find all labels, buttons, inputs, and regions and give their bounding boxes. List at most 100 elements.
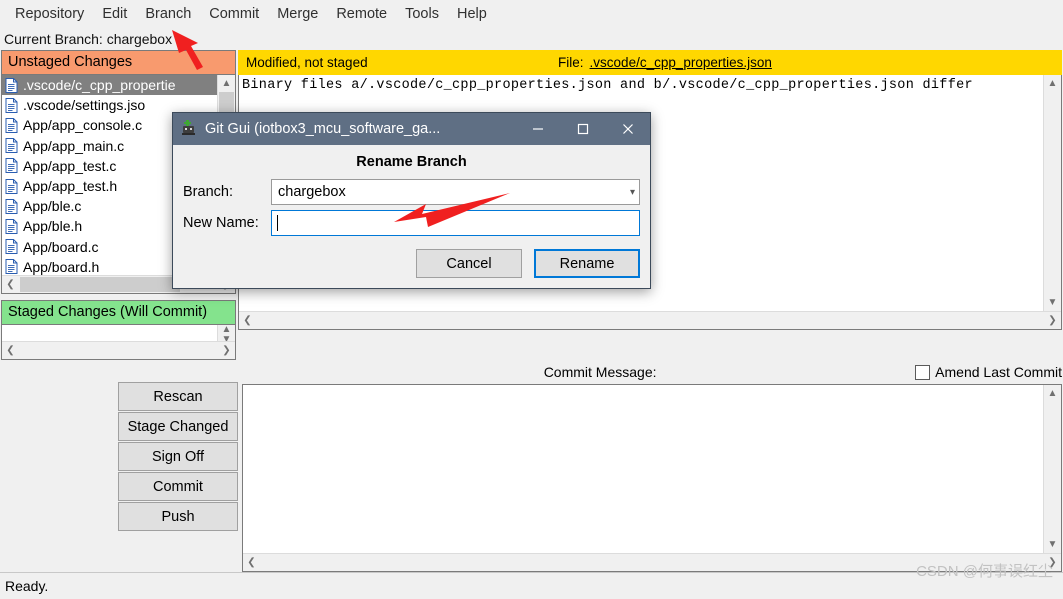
current-branch-label: Current Branch: chargebox	[4, 31, 173, 47]
commit-message-section: Commit Message: Amend Last Commit ▲ ▼ ❮ …	[238, 360, 1063, 572]
menu-bar: Repository Edit Branch Commit Merge Remo…	[0, 0, 1063, 28]
file-icon	[5, 259, 18, 275]
git-gui-icon	[180, 119, 197, 140]
file-name: App/app_console.c	[23, 117, 143, 134]
diff-header: Modified, not staged File: .vscode/c_cpp…	[238, 50, 1062, 75]
commit-vertical-scrollbar[interactable]: ▲ ▼	[1043, 385, 1061, 553]
file-name: App/board.c	[23, 238, 99, 255]
scrollbar-thumb[interactable]	[20, 277, 180, 292]
file-name: App/ble.h	[23, 218, 83, 235]
scroll-up-icon[interactable]: ▲	[1044, 75, 1061, 92]
commit-button[interactable]: Commit	[118, 472, 238, 501]
staged-vertical-scrollbar[interactable]: ▲ ▼	[217, 325, 235, 341]
rename-button[interactable]: Rename	[534, 249, 640, 278]
scroll-right-icon[interactable]: ❯	[1044, 312, 1061, 329]
file-name: App/ble.c	[23, 198, 82, 215]
file-icon	[5, 158, 18, 174]
diff-file-link[interactable]: .vscode/c_cpp_properties.json	[590, 55, 772, 70]
commit-message-header: Commit Message: Amend Last Commit	[242, 360, 1062, 384]
branch-select[interactable]: chargebox ▾	[271, 179, 640, 205]
dialog-title-text: Git Gui (iotbox3_mcu_software_ga...	[205, 121, 441, 137]
diff-file-prefix: File:	[558, 55, 584, 70]
action-buttons: Rescan Stage Changed Sign Off Commit Pus…	[118, 360, 238, 572]
new-name-field-row: New Name:	[183, 210, 640, 236]
scroll-right-icon[interactable]: ❯	[218, 342, 235, 359]
commit-message-row: ▲ ▼	[243, 385, 1061, 553]
scroll-down-icon[interactable]: ▼	[1044, 294, 1061, 311]
branch-select-value: chargebox	[278, 184, 346, 200]
dialog-buttons: Cancel Rename	[183, 249, 640, 280]
staged-file-list[interactable]	[2, 325, 217, 341]
menu-item-help[interactable]: Help	[448, 3, 496, 25]
window-controls	[515, 113, 650, 145]
branch-field-label: Branch:	[183, 184, 233, 200]
dialog-title-bar[interactable]: Git Gui (iotbox3_mcu_software_ga...	[173, 113, 650, 145]
scroll-left-icon[interactable]: ❮	[243, 554, 260, 571]
amend-checkbox[interactable]	[915, 364, 931, 380]
dialog-body: Rename Branch Branch: chargebox ▾ New Na…	[173, 145, 650, 288]
git-gui-window: Repository Edit Branch Commit Merge Remo…	[0, 0, 1063, 599]
push-button[interactable]: Push	[118, 502, 238, 531]
new-name-input[interactable]	[271, 210, 640, 236]
menu-item-tools[interactable]: Tools	[396, 3, 448, 25]
file-name: App/app_test.h	[23, 178, 118, 195]
text-cursor	[277, 215, 278, 231]
branch-field-row: Branch: chargebox ▾	[183, 179, 640, 205]
scroll-left-icon[interactable]: ❮	[2, 276, 19, 293]
status-bar: Ready.	[0, 572, 1063, 599]
stage-changed-button[interactable]: Stage Changed	[118, 412, 238, 441]
amend-label: Amend Last Commit	[935, 364, 1062, 380]
unstaged-changes-title: Unstaged Changes	[2, 51, 235, 75]
dialog-heading: Rename Branch	[356, 154, 467, 170]
menu-item-remote[interactable]: Remote	[327, 3, 396, 25]
commit-message-input[interactable]	[243, 385, 1043, 553]
staged-list-inner: ▲ ▼	[2, 325, 235, 341]
new-name-field-label: New Name:	[183, 215, 259, 231]
file-icon	[5, 178, 18, 194]
scroll-up-icon[interactable]: ▲	[1044, 385, 1061, 402]
diff-horizontal-scrollbar[interactable]: ❮ ❯	[239, 311, 1061, 329]
minimize-icon[interactable]	[515, 113, 560, 145]
file-list-item[interactable]: .vscode/c_cpp_propertie	[2, 75, 217, 96]
menu-item-edit[interactable]: Edit	[93, 3, 136, 25]
chevron-down-icon: ▾	[629, 186, 635, 198]
commit-horizontal-scrollbar[interactable]: ❮ ❯	[243, 553, 1061, 571]
diff-vertical-scrollbar[interactable]: ▲ ▼	[1043, 75, 1061, 311]
file-icon	[5, 239, 18, 255]
file-icon	[5, 218, 18, 234]
menu-item-branch[interactable]: Branch	[136, 3, 200, 25]
file-name: .vscode/c_cpp_propertie	[23, 77, 176, 94]
diff-file-label: File: .vscode/c_cpp_properties.json	[558, 55, 772, 70]
file-name: .vscode/settings.jso	[23, 97, 146, 114]
menu-item-merge[interactable]: Merge	[268, 3, 327, 25]
commit-message-label: Commit Message:	[543, 364, 657, 380]
staged-changes-title: Staged Changes (Will Commit)	[2, 301, 235, 325]
menu-item-commit[interactable]: Commit	[200, 3, 268, 25]
close-icon[interactable]	[605, 113, 650, 145]
sign-off-button[interactable]: Sign Off	[118, 442, 238, 471]
scroll-right-icon[interactable]: ❯	[1044, 554, 1061, 571]
status-text: Ready.	[5, 578, 49, 594]
current-branch-bar: Current Branch: chargebox	[0, 28, 1063, 50]
menu-item-repository[interactable]: Repository	[6, 3, 93, 25]
file-name: App/app_test.c	[23, 157, 117, 174]
diff-status-label: Modified, not staged	[246, 55, 368, 70]
file-name: App/board.h	[23, 258, 100, 275]
rename-branch-dialog: Git Gui (iotbox3_mcu_software_ga... Rena…	[172, 112, 651, 289]
scroll-left-icon[interactable]: ❮	[239, 312, 256, 329]
maximize-icon[interactable]	[560, 113, 605, 145]
file-icon	[5, 77, 18, 93]
cancel-button[interactable]: Cancel	[416, 249, 522, 278]
file-icon	[5, 198, 18, 214]
rescan-button[interactable]: Rescan	[118, 382, 238, 411]
staged-changes-panel: Staged Changes (Will Commit) ▲ ▼ ❮ ❯	[1, 300, 236, 360]
scroll-down-icon[interactable]: ▼	[1044, 536, 1061, 553]
scroll-left-icon[interactable]: ❮	[2, 342, 19, 359]
amend-last-commit-toggle[interactable]: Amend Last Commit	[915, 364, 1062, 380]
file-icon	[5, 138, 18, 154]
file-icon	[5, 97, 18, 113]
file-name: App/app_main.c	[23, 137, 125, 154]
file-icon	[5, 117, 18, 133]
scroll-up-icon[interactable]: ▲	[218, 75, 235, 92]
staged-horizontal-scrollbar[interactable]: ❮ ❯	[2, 341, 235, 359]
